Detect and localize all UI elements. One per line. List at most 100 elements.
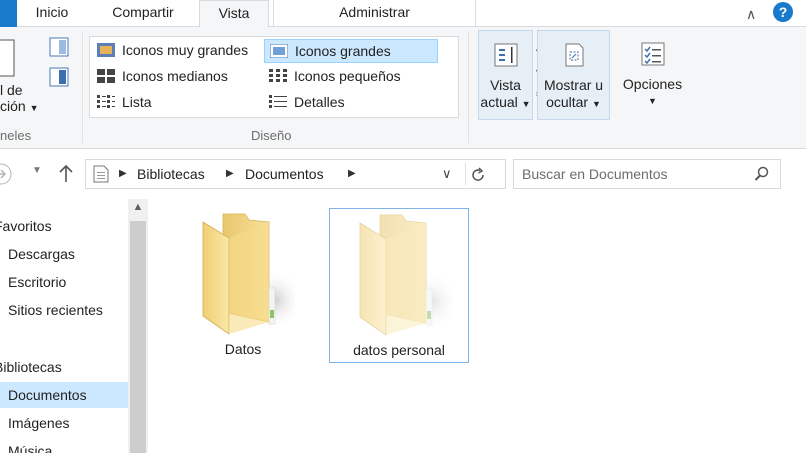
group-label-panels: neles: [0, 128, 32, 143]
navigation-pane: Favoritos Descargas Escritorio Sitios re…: [0, 199, 150, 453]
folder-tile-datos[interactable]: Datos: [173, 208, 313, 363]
dropdown-arrow-icon: ▼: [521, 99, 531, 109]
breadcrumb-separator-icon[interactable]: ▶: [119, 168, 127, 179]
navigation-pane-icon: [0, 39, 15, 77]
breadcrumb-documentos[interactable]: Documentos: [245, 166, 324, 182]
layout-list[interactable]: Lista: [92, 91, 264, 115]
forward-arrow-icon[interactable]: [0, 163, 16, 185]
button-label: ocultar: [546, 94, 589, 110]
nav-pane-scrollbar[interactable]: ▲: [128, 199, 148, 453]
tab-compartir[interactable]: Compartir: [90, 0, 196, 27]
address-divider: [465, 163, 466, 185]
breadcrumb-separator-icon[interactable]: ▶: [226, 168, 234, 179]
refresh-icon[interactable]: [470, 167, 486, 183]
folder-icon: [359, 214, 452, 336]
medium-icons-icon: [97, 69, 115, 83]
tab-administrar[interactable]: Administrar: [273, 0, 476, 27]
options-button[interactable]: Opciones ▼: [615, 30, 690, 120]
navigation-pane-button[interactable]: l de ción ▼: [0, 82, 39, 114]
nav-label: Descargas: [8, 246, 75, 262]
layout-large-icons[interactable]: Iconos grandes: [264, 39, 438, 63]
dropdown-arrow-icon: ▼: [648, 96, 657, 106]
scroll-up-icon[interactable]: ▲: [128, 201, 148, 213]
layout-gallery: Iconos muy grandes Iconos grandes Iconos…: [89, 36, 543, 118]
tab-label: Inicio: [35, 4, 69, 20]
list-view-icon: [97, 95, 115, 108]
nav-label: Bibliotecas: [0, 359, 62, 375]
button-label: ción: [0, 98, 26, 114]
extra-large-icons-icon: [97, 43, 115, 57]
layout-details[interactable]: Detalles: [264, 91, 436, 115]
layout-label: Lista: [122, 94, 152, 110]
ribbon-tab-bar: Inicio Compartir Vista Administrar ∧ ?: [0, 0, 806, 28]
show-hide-button[interactable]: Mostrar u ocultar ▼: [537, 30, 610, 120]
button-label: l de: [0, 82, 23, 98]
preview-pane-icon[interactable]: [49, 37, 69, 57]
button-label: Opciones: [622, 76, 683, 92]
search-box: [513, 159, 781, 189]
current-view-button[interactable]: Vista actual ▼: [478, 30, 533, 120]
layout-extra-large-icons[interactable]: Iconos muy grandes: [92, 39, 264, 63]
group-label-layout: Diseño: [251, 128, 292, 143]
breadcrumb-bibliotecas[interactable]: Bibliotecas: [137, 166, 205, 182]
tab-vista[interactable]: Vista: [199, 0, 269, 28]
ribbon-vista: l de ción ▼ neles Iconos muy grandes Ico…: [0, 27, 806, 149]
show-hide-icon: [565, 43, 583, 67]
layout-medium-icons[interactable]: Iconos medianos: [92, 65, 264, 89]
file-menu-tab[interactable]: [0, 0, 17, 27]
documents-library-icon: [93, 165, 109, 183]
details-view-icon: [269, 95, 287, 108]
tab-label: Administrar: [339, 4, 410, 20]
address-history-chevron-icon[interactable]: ∨: [442, 166, 452, 182]
folder-tile-datos-personal[interactable]: datos personal: [329, 208, 469, 363]
group-divider: [468, 31, 469, 143]
search-icon[interactable]: [754, 166, 770, 182]
nav-item-imagenes[interactable]: Imágenes: [0, 410, 69, 436]
layout-label: Iconos medianos: [122, 68, 228, 84]
nav-header-bibliotecas[interactable]: Bibliotecas: [0, 354, 62, 380]
layout-label: Iconos muy grandes: [122, 42, 249, 58]
nav-item-musica[interactable]: Música: [0, 438, 52, 453]
up-arrow-icon[interactable]: [58, 164, 74, 184]
tab-label: Compartir: [112, 4, 174, 20]
button-label: Mostrar u: [543, 77, 604, 93]
address-bar[interactable]: ▶ Bibliotecas ▶ Documentos ▶ ∨: [85, 159, 506, 189]
current-view-icon: [494, 43, 517, 67]
button-label: actual: [480, 94, 518, 110]
options-icon: [641, 42, 664, 66]
folder-name: datos personal: [353, 342, 445, 358]
search-input[interactable]: [522, 165, 752, 183]
folder-icon: [202, 213, 295, 335]
file-list: Datos datos personal: [150, 199, 806, 453]
button-label: Vista: [490, 77, 521, 93]
nav-item-sitios-recientes[interactable]: Sitios recientes: [0, 297, 103, 323]
scrollbar-thumb[interactable]: [130, 221, 146, 453]
nav-header-favoritos[interactable]: Favoritos: [0, 213, 52, 239]
layout-label: Detalles: [294, 94, 345, 110]
group-divider: [82, 31, 83, 143]
tab-inicio[interactable]: Inicio: [17, 0, 87, 27]
file-explorer-window: Inicio Compartir Vista Administrar ∧ ? l…: [0, 0, 806, 453]
folder-name: Datos: [224, 341, 262, 357]
recent-locations-icon[interactable]: ▼: [32, 165, 42, 176]
layout-label: Iconos grandes: [295, 43, 391, 59]
help-icon[interactable]: ?: [773, 2, 793, 22]
layout-label: Iconos pequeños: [294, 68, 401, 84]
details-pane-icon[interactable]: [49, 67, 69, 87]
nav-label: Imágenes: [8, 415, 70, 431]
nav-label: Favoritos: [0, 218, 52, 234]
address-row: ▼ ▶ Bibliotecas ▶ Documentos ▶ ∨: [0, 149, 806, 199]
breadcrumb-separator-icon[interactable]: ▶: [348, 168, 356, 179]
dropdown-arrow-icon: ▼: [592, 99, 601, 109]
nav-label: Documentos: [8, 387, 87, 403]
nav-item-documentos[interactable]: Documentos: [0, 382, 128, 408]
layout-small-icons[interactable]: Iconos pequeños: [264, 65, 436, 89]
nav-label: Sitios recientes: [8, 302, 103, 318]
large-icons-icon: [270, 44, 288, 58]
nav-label: Música: [8, 443, 53, 453]
minimize-ribbon-icon[interactable]: ∧: [746, 6, 756, 23]
nav-item-descargas[interactable]: Descargas: [0, 241, 75, 267]
nav-item-escritorio[interactable]: Escritorio: [0, 269, 66, 295]
nav-label: Escritorio: [8, 274, 67, 290]
dropdown-arrow-icon: ▼: [29, 103, 39, 113]
